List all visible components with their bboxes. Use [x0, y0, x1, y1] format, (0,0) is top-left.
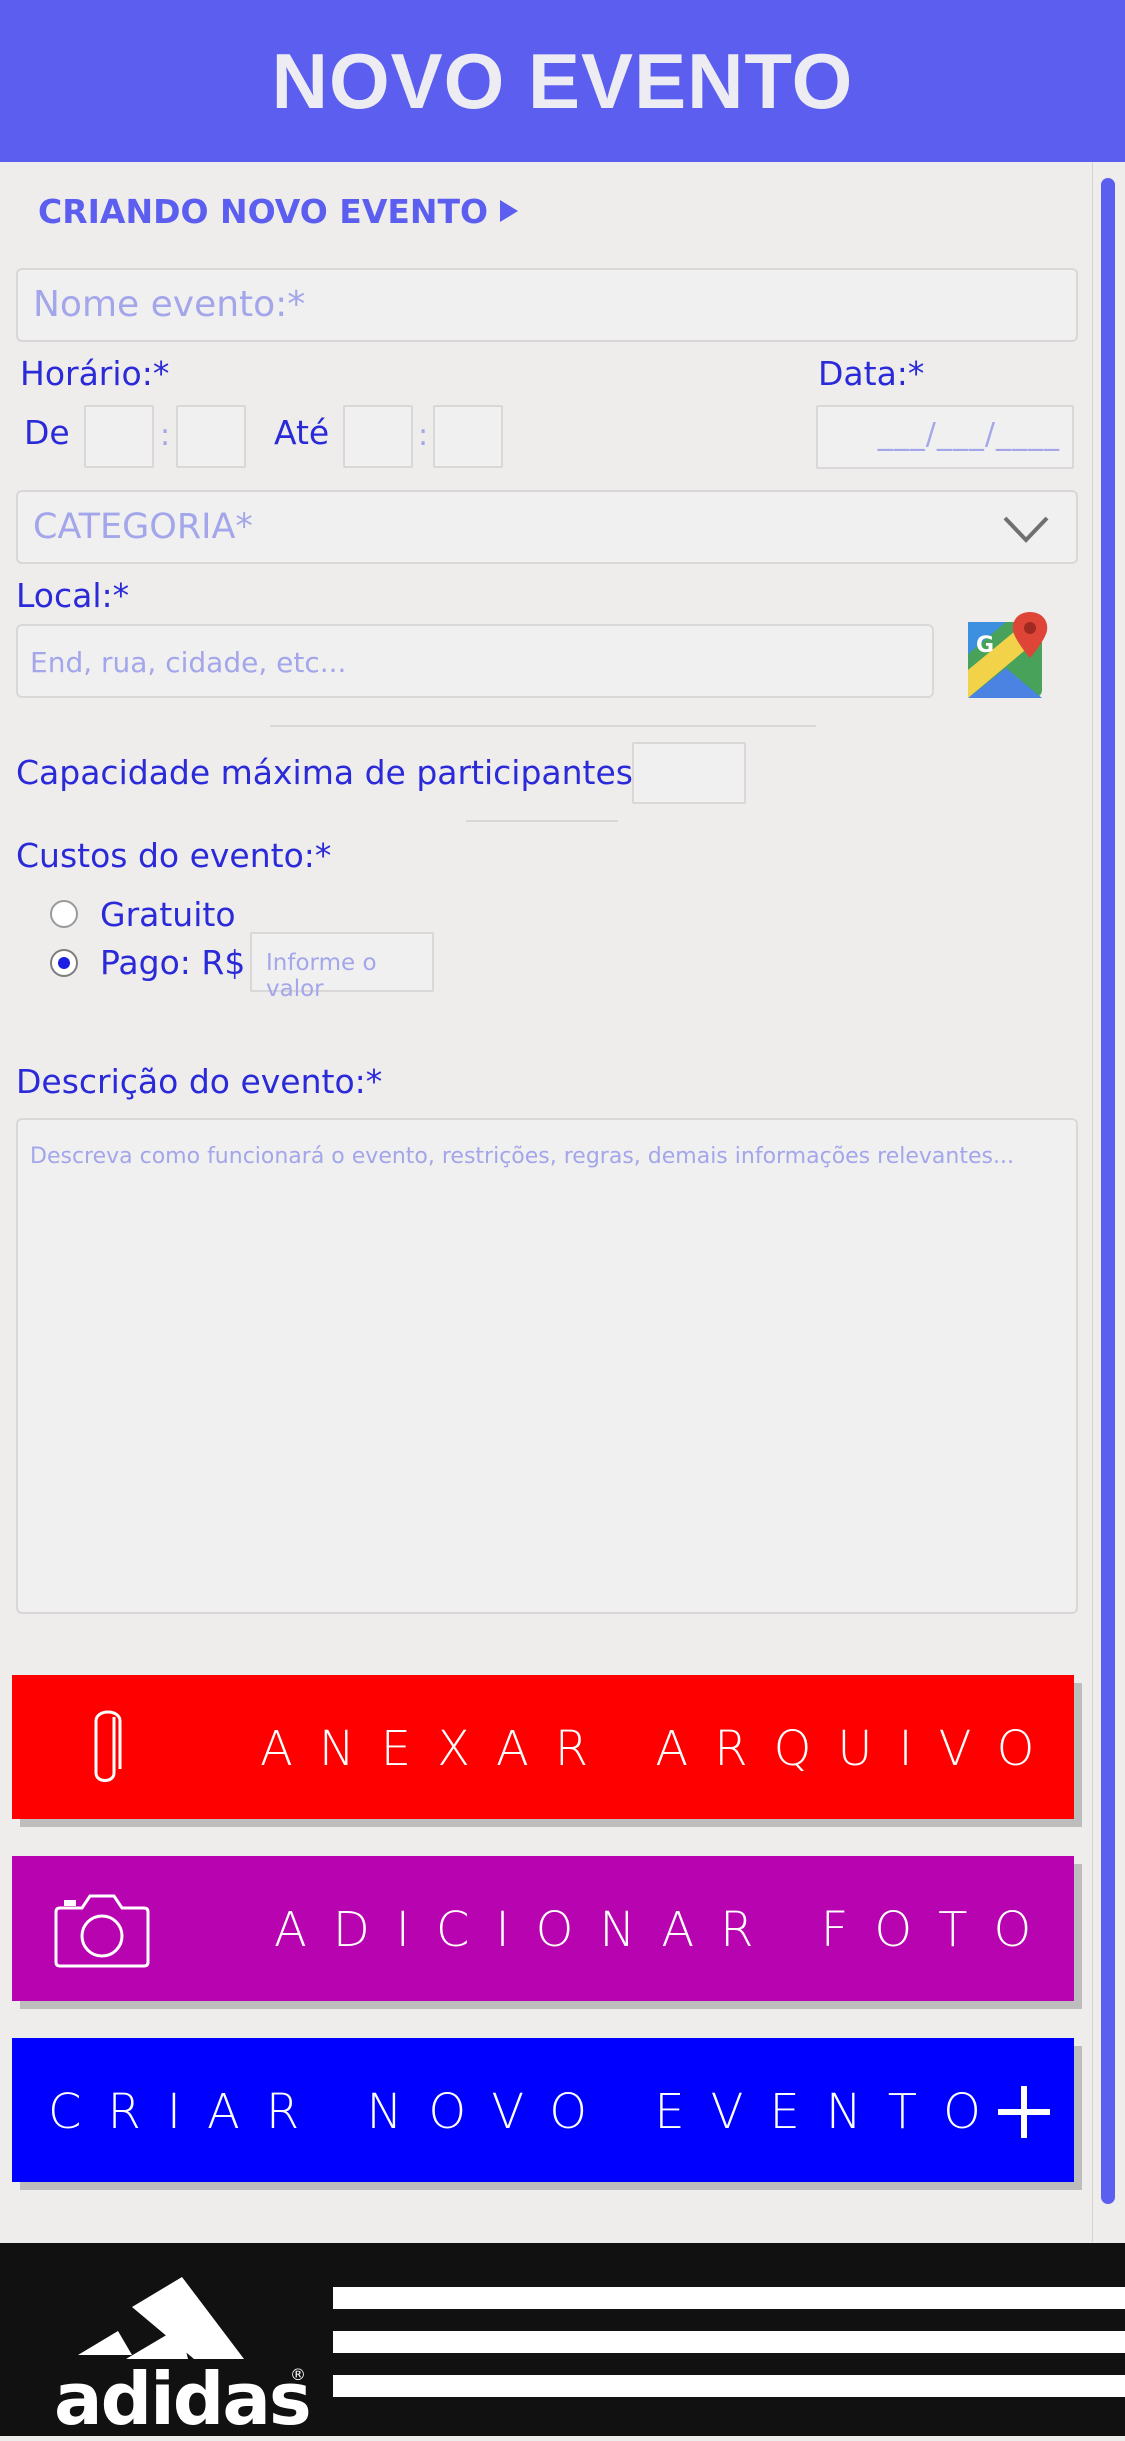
start-hour-input[interactable] — [84, 405, 154, 468]
page-title: NOVO EVENTO — [271, 36, 854, 125]
stripe — [333, 2375, 1125, 2397]
play-triangle-icon — [500, 200, 518, 222]
app-header: NOVO EVENTO — [0, 0, 1125, 162]
trademark-symbol: ® — [290, 2365, 306, 2384]
time-label: Horário:* — [20, 354, 170, 393]
category-placeholder: CATEGORIA* — [33, 507, 253, 547]
plus-icon — [998, 2086, 1050, 2138]
paid-label: Pago: R$ — [100, 943, 246, 982]
stripe — [333, 2331, 1125, 2353]
free-radio[interactable] — [50, 900, 78, 928]
to-label: Até — [274, 413, 330, 452]
event-name-field[interactable]: Nome evento:* — [16, 268, 1078, 342]
start-time-colon: : — [160, 418, 171, 453]
chevron-down-icon — [1003, 516, 1049, 543]
location-input[interactable]: End, rua, cidade, etc... — [16, 624, 934, 698]
footer-banner: adidas ® — [0, 2243, 1125, 2441]
create-event-button[interactable]: CRIAR NOVO EVENTO — [12, 2038, 1074, 2182]
date-label: Data:* — [818, 354, 925, 393]
capacity-input[interactable] — [632, 742, 746, 804]
from-label: De — [24, 413, 70, 452]
date-placeholder: ___/___/____ — [877, 417, 1060, 452]
add-photo-label: ADICIONAR FOTO — [274, 1902, 1058, 1958]
location-label: Local:* — [16, 576, 130, 615]
end-minute-input[interactable] — [433, 405, 503, 468]
create-event-label: CRIAR NOVO EVENTO — [48, 2084, 1007, 2140]
add-photo-button[interactable]: ADICIONAR FOTO — [12, 1856, 1074, 2001]
end-hour-input[interactable] — [343, 405, 413, 468]
divider — [466, 820, 618, 822]
paid-value-placeholder: Informe o valor — [266, 950, 377, 1002]
svg-text:G: G — [976, 633, 994, 658]
paid-radio[interactable] — [50, 949, 78, 977]
scrollbar[interactable] — [1101, 178, 1115, 2204]
costs-label: Custos do evento:* — [16, 836, 332, 875]
start-minute-input[interactable] — [176, 405, 246, 468]
event-name-placeholder: Nome evento:* — [33, 284, 306, 325]
free-label: Gratuito — [100, 895, 236, 934]
camera-icon — [54, 1894, 150, 1968]
paid-value-input[interactable]: Informe o valor — [250, 932, 434, 1002]
attach-file-button[interactable]: ANEXAR ARQUIVO — [12, 1675, 1074, 1819]
stripe — [333, 2287, 1125, 2309]
end-time-colon: : — [418, 418, 429, 453]
date-input[interactable]: ___/___/____ — [816, 405, 1074, 469]
description-label: Descrição do evento:* — [16, 1062, 383, 1101]
section-title: CRIANDO NOVO EVENTO — [38, 192, 489, 231]
category-select[interactable]: CATEGORIA* — [16, 490, 1078, 564]
paperclip-icon — [94, 1710, 122, 1782]
brand-wordmark: adidas — [54, 2357, 312, 2441]
attach-file-label: ANEXAR ARQUIVO — [260, 1721, 1061, 1777]
description-textarea[interactable]: Descreva como funcionará o evento, restr… — [16, 1118, 1078, 1614]
location-placeholder: End, rua, cidade, etc... — [30, 646, 347, 679]
capacity-label: Capacidade máxima de participantes: — [16, 753, 645, 792]
google-maps-icon[interactable]: G — [966, 610, 1056, 702]
divider — [270, 725, 816, 727]
description-placeholder: Descreva como funcionará o evento, restr… — [30, 1144, 1014, 1169]
